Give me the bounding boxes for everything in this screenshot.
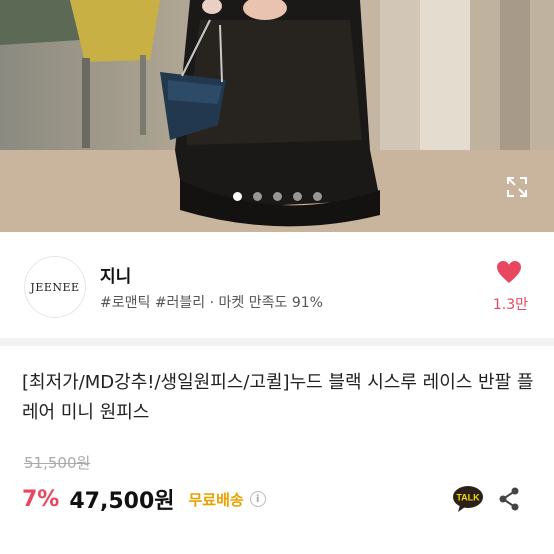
seller-logo-text: JEENEE: [30, 280, 80, 294]
info-icon[interactable]: i: [249, 491, 266, 507]
gallery-dot[interactable]: [272, 192, 282, 201]
free-shipping-label: 무료배송: [188, 490, 244, 509]
shop-name[interactable]: 지니: [100, 262, 131, 287]
seller-logo[interactable]: JEENEE: [24, 256, 86, 318]
gallery-dot[interactable]: [312, 192, 322, 201]
discount-rate: 7%: [22, 486, 60, 512]
seller-section[interactable]: JEENEE 지니 #로맨틱 #러블리 · 마켓 만족도 91% 1.3만: [0, 232, 554, 338]
original-price: 51,500원: [24, 454, 91, 472]
gallery-pagination: [0, 192, 554, 201]
expand-icon[interactable]: [505, 175, 529, 199]
share-icon[interactable]: [498, 487, 520, 511]
gallery-dot[interactable]: [292, 192, 302, 201]
kakao-talk-icon[interactable]: TALK: [452, 485, 484, 513]
heart-icon[interactable]: [496, 260, 522, 284]
gallery-dot-active[interactable]: [232, 192, 242, 201]
gallery-dot[interactable]: [252, 192, 262, 201]
product-title: [최저가/MD강추!/생일원피스/고퀼]누드 블랙 시스루 레이스 반팔 플레어…: [22, 372, 534, 423]
price-row: 7% 47,500원 무료배송 i: [22, 483, 266, 515]
section-divider: [0, 338, 554, 346]
shop-tags: #로맨틱 #러블리 · 마켓 만족도 91%: [100, 295, 323, 311]
talk-label: TALK: [456, 493, 480, 503]
sale-price: 47,500원: [69, 489, 175, 514]
product-image[interactable]: [0, 0, 554, 232]
like-count: 1.3만: [492, 297, 528, 313]
